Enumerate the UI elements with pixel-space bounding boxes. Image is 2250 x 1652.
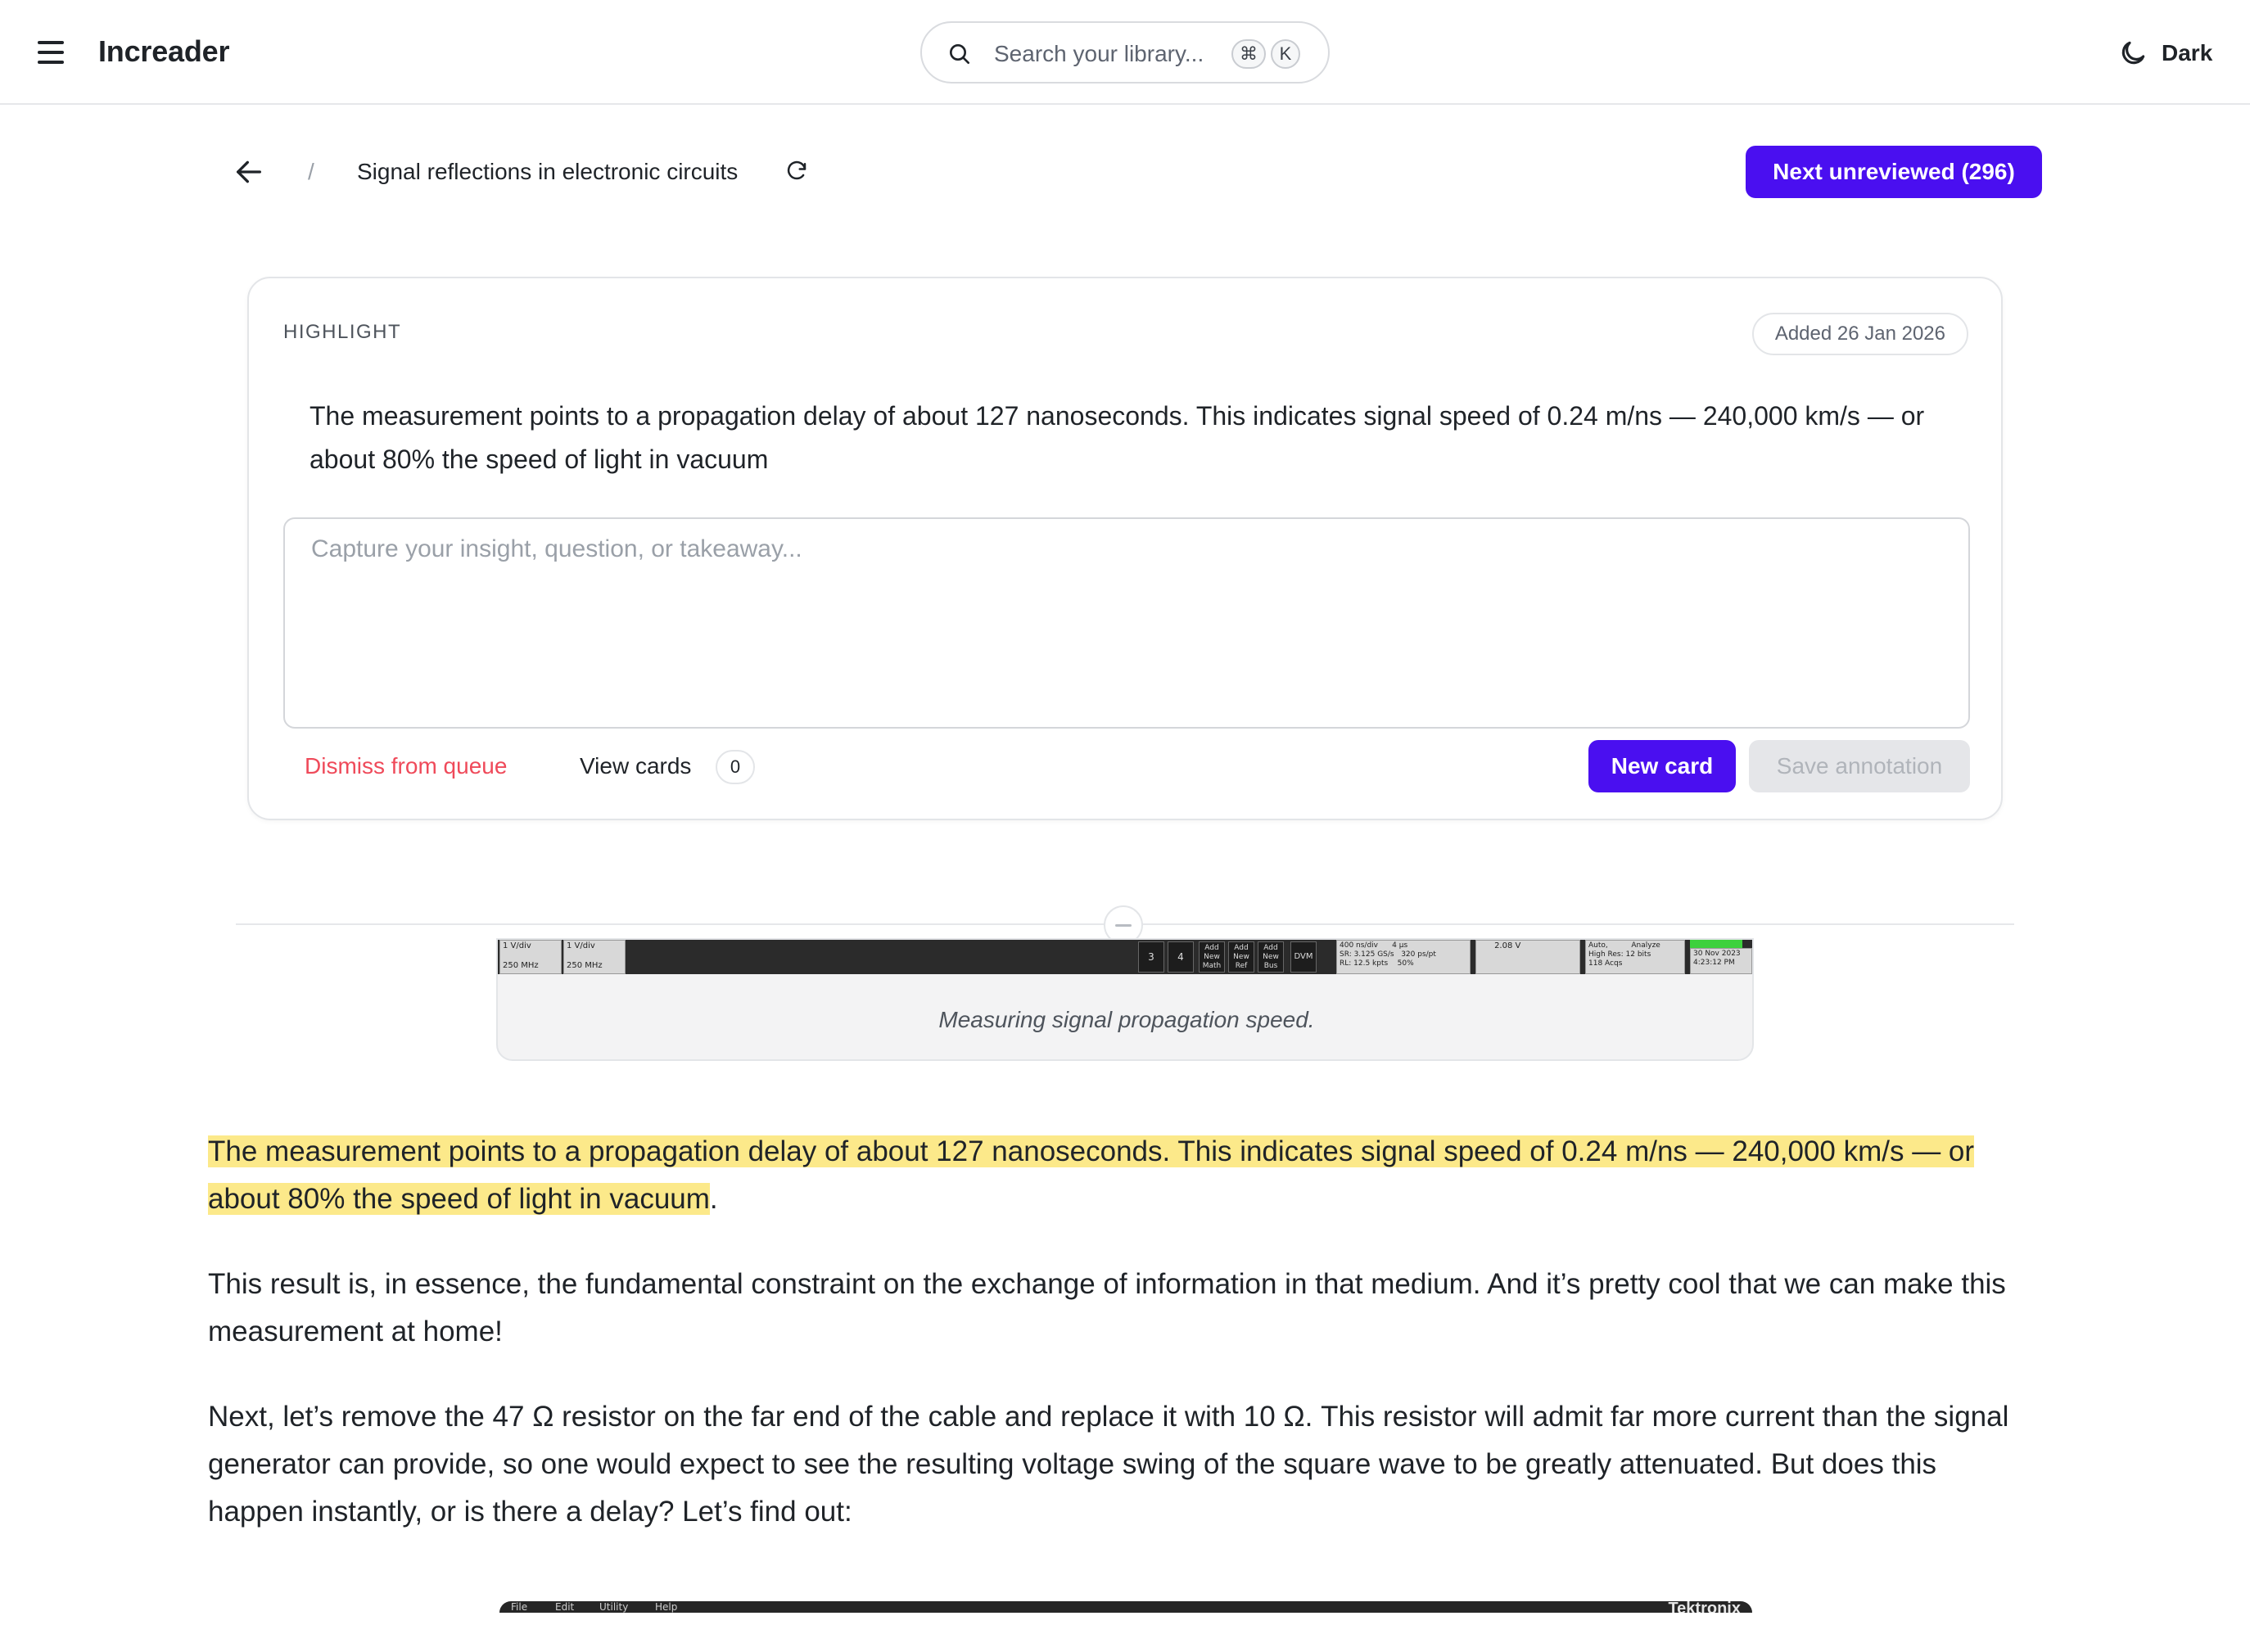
article-paragraph: This result is, in essence, the fundamen… — [208, 1268, 2006, 1347]
scope-channel-1: 1 V/div 250 MHz — [499, 940, 562, 974]
app-title: Increader — [98, 34, 230, 68]
image-brand: Tektronix — [1668, 1601, 1741, 1613]
search-icon — [950, 44, 969, 64]
image-menu-file: File — [511, 1601, 528, 1613]
image-menu-edit: Edit — [555, 1601, 575, 1613]
theme-label: Dark — [2162, 40, 2213, 65]
shortcut-key-k: K — [1271, 39, 1300, 69]
scope-add-ref: Add New Ref — [1228, 941, 1254, 973]
cards-count-badge: 0 — [716, 750, 755, 784]
figure-caption: Measuring signal propagation speed. — [938, 1007, 1315, 1032]
article-paragraph: Next, let’s remove the 47 Ω resistor on … — [208, 1401, 2009, 1528]
card-label: HIGHLIGHT — [283, 321, 402, 343]
article-figure: 1 V/div 250 MHz 1 V/div 250 MHz 3 4 Add … — [496, 938, 1754, 1061]
scope-add-math: Add New Math — [1199, 941, 1225, 973]
image-menu-utility: Utility — [599, 1601, 629, 1613]
search-input[interactable] — [994, 34, 1213, 74]
scope-horizontal-settings: 400 ns/div 4 µs SR: 3.125 GS/s 320 ps/pt… — [1336, 940, 1471, 974]
scope-dvm: DVM — [1290, 941, 1317, 973]
article-image: File Edit Utility Help Tektronix — [499, 1601, 1752, 1613]
scope-key-3: 3 — [1138, 941, 1164, 973]
article-paragraph: The measurement points to a propagation … — [208, 1128, 2026, 1223]
highlight-card: HIGHLIGHT Added 26 Jan 2026 The measurem… — [247, 277, 2003, 820]
shortcut-key-cmd: ⌘ — [1231, 39, 1266, 69]
search-bar[interactable]: ⌘ K — [920, 21, 1330, 84]
top-bar: Increader ⌘ K Dark — [0, 0, 2250, 105]
image-menu-help: Help — [655, 1601, 678, 1613]
scope-status-indicator — [1690, 940, 1742, 948]
view-cards-button[interactable]: View cards — [580, 753, 691, 779]
new-card-button[interactable]: New card — [1588, 740, 1736, 792]
moon-icon — [2121, 41, 2145, 65]
hamburger-menu-icon[interactable] — [36, 38, 66, 67]
scope-channel-2: 1 V/div 250 MHz — [563, 940, 626, 974]
article-body: The measurement points to a propagation … — [208, 1128, 2026, 1573]
dismiss-from-queue-button[interactable]: Dismiss from queue — [305, 753, 507, 779]
scope-add-bus: Add New Bus — [1258, 941, 1284, 973]
added-date-badge: Added 26 Jan 2026 — [1751, 313, 1968, 355]
highlight-quote: The measurement points to a propagation … — [309, 401, 1925, 474]
scope-trigger: 2.08 V — [1475, 940, 1580, 974]
document-title: Signal reflections in electronic circuit… — [357, 159, 739, 184]
scope-acquisition: Auto, Analyze High Res: 12 bits 118 Acqs — [1585, 940, 1685, 974]
open-source-icon[interactable] — [784, 159, 809, 183]
annotation-textarea[interactable] — [283, 517, 1970, 729]
next-unreviewed-button[interactable]: Next unreviewed (296) — [1746, 146, 2042, 198]
scope-datetime: 30 Nov 2023 4:23:12 PM — [1690, 948, 1752, 974]
breadcrumb-separator: / — [308, 159, 314, 184]
save-annotation-button[interactable]: Save annotation — [1749, 740, 1970, 792]
back-arrow-icon[interactable] — [233, 156, 265, 188]
scope-key-4: 4 — [1168, 941, 1194, 973]
oscilloscope-screenshot: 1 V/div 250 MHz 1 V/div 250 MHz 3 4 Add … — [498, 940, 1752, 974]
paragraph-tail: . — [709, 1183, 718, 1215]
theme-toggle-button[interactable]: Dark — [2117, 36, 2212, 70]
highlighted-text[interactable]: The measurement points to a propagation … — [208, 1135, 1975, 1215]
